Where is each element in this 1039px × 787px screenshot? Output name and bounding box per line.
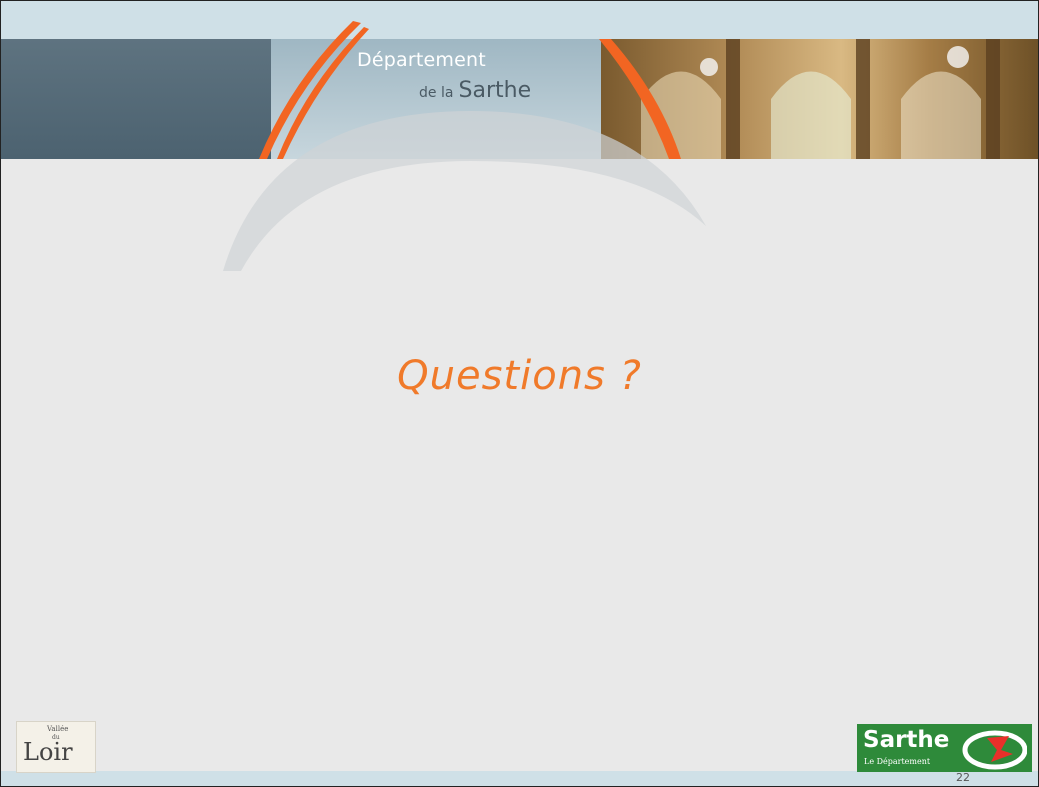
sarthe-emblem-icon <box>962 730 1027 770</box>
title-sarthe: Sarthe <box>458 78 532 103</box>
sarthe-department-logo: Sarthe Le Département <box>857 724 1032 772</box>
slide: Département de la Sarthe Questions ? Val… <box>0 0 1039 787</box>
bottom-strip <box>1 771 1038 786</box>
sarthe-logo-subtitle: Le Département <box>864 757 931 766</box>
loir-logo-name: Loir <box>23 738 73 766</box>
vallee-du-loir-logo: Vallée du Loir <box>16 721 96 773</box>
department-title-line1: Département <box>357 49 486 71</box>
decorative-swooshes <box>223 21 706 271</box>
questions-heading: Questions ? <box>397 353 642 399</box>
title-de-la: de la <box>419 85 454 101</box>
loir-logo-top: Vallée <box>47 725 69 733</box>
sarthe-logo-name: Sarthe <box>863 727 950 753</box>
department-title-line2: de la Sarthe <box>419 78 531 103</box>
page-number: 22 <box>956 771 970 784</box>
